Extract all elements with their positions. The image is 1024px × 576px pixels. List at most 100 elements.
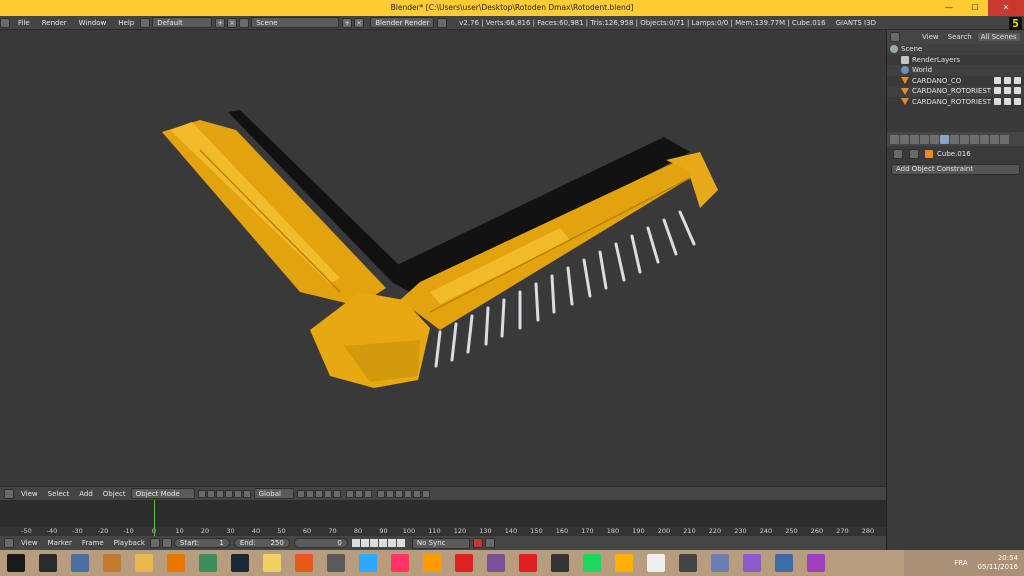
shading-icon[interactable] xyxy=(197,489,206,498)
camera-icon[interactable] xyxy=(1014,87,1021,94)
menu-window[interactable]: Window xyxy=(73,19,113,27)
sync-dropdown[interactable]: No Sync xyxy=(411,537,470,549)
menu-view[interactable]: View xyxy=(16,539,43,547)
menu-view[interactable]: View xyxy=(16,490,43,498)
layer-icon[interactable] xyxy=(323,489,332,498)
3d-viewport[interactable] xyxy=(0,30,886,486)
remove-layout-icon[interactable]: × xyxy=(227,17,238,28)
gallery-icon[interactable] xyxy=(192,550,224,576)
prev-keyframe-icon[interactable] xyxy=(360,539,369,547)
add-layout-icon[interactable]: + xyxy=(215,17,226,28)
search-icon[interactable] xyxy=(32,550,64,576)
eye-icon[interactable] xyxy=(994,97,1001,105)
layer-icon[interactable] xyxy=(363,489,372,498)
clock[interactable]: 20:54 05/11/2016 xyxy=(978,554,1018,572)
minimize-button[interactable]: — xyxy=(936,0,962,16)
app-red-icon[interactable] xyxy=(512,550,544,576)
layer-icon[interactable] xyxy=(345,489,354,498)
orientation-dropdown[interactable]: Global xyxy=(253,488,294,499)
layout-dropdown[interactable]: Default xyxy=(152,17,213,28)
play-reverse-icon[interactable] xyxy=(369,539,378,547)
camera-icon[interactable] xyxy=(1014,76,1021,84)
scale-icon[interactable] xyxy=(242,489,251,498)
jump-start-icon[interactable] xyxy=(351,539,360,547)
autokey-icon[interactable] xyxy=(472,538,483,548)
world-tab-icon[interactable] xyxy=(920,134,929,144)
proportional-icon[interactable] xyxy=(385,489,394,498)
menu-file[interactable]: File xyxy=(12,19,36,27)
menu-select[interactable]: Select xyxy=(43,490,75,498)
pin-icon[interactable] xyxy=(672,550,704,576)
acrobat-icon[interactable] xyxy=(448,550,480,576)
outliner-editor-icon[interactable] xyxy=(890,32,900,42)
record-icon[interactable] xyxy=(149,538,160,548)
layer-icon[interactable] xyxy=(305,489,314,498)
app-icon[interactable] xyxy=(96,550,128,576)
manipulator-icon[interactable] xyxy=(215,489,224,498)
menu-help[interactable]: Help xyxy=(112,19,140,27)
menu-frame[interactable]: Frame xyxy=(77,539,109,547)
texture-tab-icon[interactable] xyxy=(980,134,989,144)
outliner-row-renderlayers[interactable]: RenderLayers xyxy=(887,55,1024,66)
outliner-row-object[interactable]: CARDANO_ROTORIEST xyxy=(887,86,1024,97)
timeline-playhead[interactable] xyxy=(154,500,155,536)
tools-icon[interactable] xyxy=(320,550,352,576)
cursor-icon[interactable] xyxy=(1004,76,1011,84)
blender-icon[interactable] xyxy=(160,550,192,576)
app-purple-icon[interactable] xyxy=(736,550,768,576)
layer-icon[interactable] xyxy=(354,489,363,498)
snap-icon[interactable] xyxy=(394,489,403,498)
snap-target-icon[interactable] xyxy=(403,489,412,498)
cursor-icon[interactable] xyxy=(1004,97,1011,105)
spotify-icon[interactable] xyxy=(576,550,608,576)
outliner-search-menu[interactable]: Search xyxy=(945,33,975,41)
lock-icon[interactable] xyxy=(376,489,385,498)
add-scene-icon[interactable]: + xyxy=(342,17,353,28)
file-explorer-icon[interactable] xyxy=(64,550,96,576)
outliner-row-scene[interactable]: Scene xyxy=(887,44,1024,55)
render-tab-icon[interactable] xyxy=(890,134,899,144)
remove-scene-icon[interactable]: × xyxy=(354,17,365,28)
current-frame-field[interactable]: 0 xyxy=(293,538,348,548)
timeline[interactable]: -50-40-30-20-100102030405060708090100110… xyxy=(0,500,886,536)
folder-icon[interactable] xyxy=(128,550,160,576)
keying-set-icon[interactable] xyxy=(484,538,495,548)
paint-icon[interactable] xyxy=(608,550,640,576)
layers-tab-icon[interactable] xyxy=(900,134,909,144)
translate-icon[interactable] xyxy=(224,489,233,498)
map-icon[interactable] xyxy=(704,550,736,576)
firefox-icon[interactable] xyxy=(288,550,320,576)
constraints-tab-icon[interactable] xyxy=(940,134,949,144)
camera-icon[interactable] xyxy=(1014,97,1021,105)
object-tab-icon[interactable] xyxy=(930,134,939,144)
pivot-icon[interactable] xyxy=(206,489,215,498)
physics-tab-icon[interactable] xyxy=(1000,134,1009,144)
play-icon[interactable] xyxy=(378,539,387,547)
layer-icon[interactable] xyxy=(314,489,323,498)
material-tab-icon[interactable] xyxy=(970,134,979,144)
menu-object[interactable]: Object xyxy=(98,490,131,498)
eye-icon[interactable] xyxy=(994,76,1001,84)
modifiers-tab-icon[interactable] xyxy=(950,134,959,144)
cursor-icon[interactable] xyxy=(1004,87,1011,94)
menu-render[interactable]: Render xyxy=(36,19,73,27)
outliner-row-world[interactable]: World xyxy=(887,65,1024,76)
start-icon[interactable] xyxy=(0,550,32,576)
outliner-row-object[interactable]: CARDANO_ROTORIEST xyxy=(887,97,1024,108)
editor-type-icon[interactable] xyxy=(4,538,14,548)
next-keyframe-icon[interactable] xyxy=(387,539,396,547)
menu-playback[interactable]: Playback xyxy=(109,539,150,547)
start-frame-field[interactable]: Start: 1 xyxy=(173,538,230,548)
scene-icon[interactable] xyxy=(239,17,250,28)
illustrator-icon[interactable] xyxy=(416,550,448,576)
app-white-icon[interactable] xyxy=(640,550,672,576)
editor-type-icon[interactable] xyxy=(0,17,10,28)
layer-icon[interactable] xyxy=(296,489,305,498)
menu-marker[interactable]: Marker xyxy=(43,539,77,547)
add-constraint-dropdown[interactable]: Add Object Constraint xyxy=(891,164,1020,175)
data-tab-icon[interactable] xyxy=(960,134,969,144)
maximize-button[interactable]: ☐ xyxy=(962,0,988,16)
pin-icon[interactable] xyxy=(893,149,903,159)
viber-icon[interactable] xyxy=(480,550,512,576)
outliner-view-menu[interactable]: View xyxy=(919,33,942,41)
